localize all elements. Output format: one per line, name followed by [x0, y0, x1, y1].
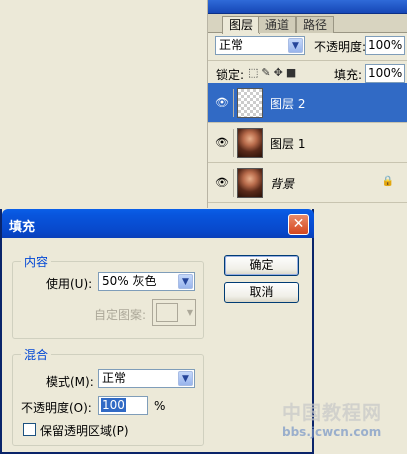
- mode-select[interactable]: 正常 ▼: [98, 369, 195, 388]
- eye-icon: 👁: [215, 176, 229, 189]
- opacity-label: 不透明度:: [314, 40, 367, 54]
- lock-options: ⬚✎✥■: [248, 66, 299, 79]
- lock-brush-icon[interactable]: ✎: [261, 66, 273, 79]
- dialog-title: 填充: [9, 220, 36, 235]
- panel-tabs: 图层 通道 路径: [208, 14, 407, 34]
- lock-icon: 🔒: [381, 176, 394, 187]
- blend-opacity-row: 正常 ▼ 不透明度: 100%: [208, 33, 407, 57]
- mode-value: 正常: [102, 371, 127, 385]
- layer-row[interactable]: 👁 背景 🔒: [208, 163, 407, 203]
- chevron-down-icon: ▼: [178, 274, 193, 289]
- content-group: 内容 使用(U): 50% 灰色 ▼ 自定图案: ▼: [12, 253, 204, 339]
- opacity-value: 100: [101, 398, 126, 412]
- blend-mode-value: 正常: [219, 38, 244, 52]
- chevron-down-icon: ▼: [288, 38, 303, 53]
- chevron-down-icon: ▼: [178, 371, 193, 386]
- visibility-toggle[interactable]: 👁: [210, 129, 234, 157]
- layers-panel: 图层 通道 路径 正常 ▼ 不透明度: 100% 锁定: ⬚✎✥■ 填充: 10…: [207, 0, 407, 208]
- pattern-swatch: [156, 303, 178, 322]
- lock-fill-row: 锁定: ⬚✎✥■ 填充: 100%: [208, 60, 407, 84]
- blend-group: 混合 模式(M): 正常 ▼ 不透明度(O): 100 % 保留透明区域(P): [12, 346, 204, 446]
- tab-paths[interactable]: 路径: [296, 16, 335, 33]
- eye-icon: 👁: [215, 96, 229, 109]
- use-select[interactable]: 50% 灰色 ▼: [98, 272, 195, 291]
- ok-button[interactable]: 确定: [224, 255, 299, 276]
- tab-channels[interactable]: 通道: [258, 16, 297, 33]
- layer-name[interactable]: 图层 1: [270, 135, 305, 152]
- lock-all-icon[interactable]: ■: [286, 66, 299, 79]
- dialog-title-bar[interactable]: 填充 ✕: [2, 209, 314, 238]
- lock-label: 锁定:: [216, 68, 245, 82]
- watermark-url: bbs.jcwcn.com: [282, 425, 382, 439]
- cancel-button[interactable]: 取消: [224, 282, 299, 303]
- panel-title-bar[interactable]: [208, 0, 407, 14]
- tab-layers[interactable]: 图层: [222, 16, 261, 34]
- mode-label: 模式(M):: [46, 375, 94, 389]
- blend-mode-select[interactable]: 正常 ▼: [215, 36, 305, 55]
- blend-group-label: 混合: [21, 346, 52, 363]
- close-icon: ✕: [292, 216, 305, 232]
- layer-row[interactable]: 👁 图层 2: [208, 83, 407, 123]
- watermark-text: 中国教程网: [282, 402, 383, 424]
- preserve-transparency-label[interactable]: 保留透明区域(P): [40, 422, 129, 439]
- lock-move-icon[interactable]: ✥: [274, 66, 286, 79]
- fill-label: 填充:: [334, 68, 363, 82]
- chevron-down-icon: ▼: [186, 308, 193, 317]
- percent-unit: %: [154, 399, 166, 413]
- custom-pattern-picker[interactable]: ▼: [152, 299, 196, 326]
- layer-row[interactable]: 👁 图层 1: [208, 123, 407, 163]
- custom-pattern-label: 自定图案:: [94, 308, 147, 322]
- layer-name[interactable]: 背景: [270, 175, 294, 192]
- close-button[interactable]: ✕: [288, 214, 309, 235]
- layer-thumbnail: [237, 168, 263, 198]
- layer-name[interactable]: 图层 2: [270, 95, 305, 112]
- content-group-label: 内容: [21, 253, 52, 270]
- lock-transparency-icon[interactable]: ⬚: [248, 66, 261, 79]
- layer-thumbnail: [237, 128, 263, 158]
- layer-thumbnail: [237, 88, 263, 118]
- preserve-transparency-checkbox[interactable]: [23, 423, 36, 436]
- fill-dialog: 填充 ✕ 内容 使用(U): 50% 灰色 ▼ 自定图案: ▼ 混合 模式(M)…: [0, 209, 314, 454]
- opacity-input[interactable]: 100%: [365, 36, 405, 55]
- opacity-input[interactable]: 100: [98, 396, 148, 415]
- fill-input[interactable]: 100%: [365, 64, 405, 83]
- visibility-toggle[interactable]: 👁: [210, 89, 234, 117]
- use-label: 使用(U):: [46, 277, 93, 291]
- opacity-label: 不透明度(O):: [21, 401, 92, 415]
- eye-icon: 👁: [215, 136, 229, 149]
- use-value: 50% 灰色: [102, 274, 157, 288]
- visibility-toggle[interactable]: 👁: [210, 169, 234, 197]
